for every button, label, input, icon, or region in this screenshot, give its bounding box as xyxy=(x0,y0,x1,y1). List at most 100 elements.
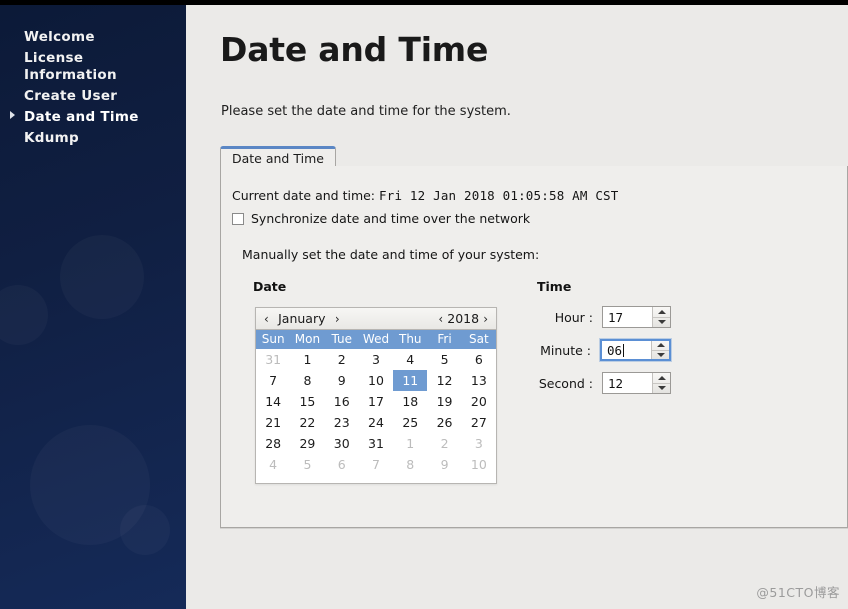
calendar-week-row: 21 22 23 24 25 26 27 xyxy=(256,412,496,433)
calendar-day[interactable]: 2 xyxy=(325,349,359,370)
calendar-day[interactable]: 28 xyxy=(256,433,290,454)
calendar-widget[interactable]: ‹ January › ‹ 2018 › Sun Mon Tue Wed Thu xyxy=(255,307,497,484)
calendar-day[interactable]: 22 xyxy=(290,412,324,433)
calendar-day[interactable]: 30 xyxy=(325,433,359,454)
calendar-day[interactable]: 5 xyxy=(427,349,461,370)
caret-up-icon xyxy=(657,309,666,314)
tab-date-and-time[interactable]: Date and Time xyxy=(220,146,336,166)
hour-value[interactable]: 17 xyxy=(603,307,652,327)
sync-network-label: Synchronize date and time over the netwo… xyxy=(251,211,531,226)
chevron-right-icon[interactable]: › xyxy=(331,309,344,329)
day-header: Thu xyxy=(399,332,422,346)
calendar-day[interactable]: 20 xyxy=(462,391,496,412)
page-title: Date and Time xyxy=(220,30,489,69)
chevron-left-icon[interactable]: ‹ xyxy=(260,309,273,329)
sidebar-item-label: Kdump xyxy=(24,130,79,146)
calendar-day[interactable]: 1 xyxy=(290,349,324,370)
calendar-day[interactable]: 13 xyxy=(462,370,496,391)
calendar-day[interactable]: 5 xyxy=(290,454,324,475)
selected-arrow-icon xyxy=(10,111,15,119)
calendar-day[interactable]: 7 xyxy=(359,454,393,475)
sidebar-nav: Welcome License Information Create User … xyxy=(0,27,186,149)
installer-window: Welcome License Information Create User … xyxy=(0,0,848,609)
hour-label: Hour : xyxy=(554,309,593,325)
text-caret xyxy=(623,343,625,357)
second-value[interactable]: 12 xyxy=(603,373,652,393)
hour-stepper[interactable]: 17 xyxy=(602,306,671,328)
second-stepper[interactable]: 12 xyxy=(602,372,671,394)
tab-strip: Date and Time xyxy=(220,146,848,167)
sidebar-item-kdump[interactable]: Kdump xyxy=(0,128,186,149)
calendar-day[interactable]: 4 xyxy=(256,454,290,475)
minute-value-wrapper[interactable]: 06 xyxy=(602,341,651,359)
minute-label: Minute : xyxy=(540,342,591,358)
calendar-day[interactable]: 21 xyxy=(256,412,290,433)
calendar-day[interactable]: 25 xyxy=(393,412,427,433)
calendar-day[interactable]: 9 xyxy=(427,454,461,475)
calendar-week-row: 28 29 30 31 1 2 3 xyxy=(256,433,496,454)
calendar-day[interactable]: 16 xyxy=(325,391,359,412)
sync-network-checkbox[interactable] xyxy=(232,212,244,225)
calendar-day-selected[interactable]: 11 xyxy=(393,370,428,391)
hour-increment-button[interactable] xyxy=(653,307,670,318)
calendar-day[interactable]: 19 xyxy=(427,391,461,412)
minute-decrement-button[interactable] xyxy=(652,351,669,360)
current-date-time-label: Current date and time: xyxy=(232,188,376,203)
calendar-day[interactable]: 10 xyxy=(462,454,496,475)
calendar-day[interactable]: 1 xyxy=(393,433,427,454)
calendar-day[interactable]: 6 xyxy=(325,454,359,475)
sidebar-item-create-user[interactable]: Create User xyxy=(0,86,186,107)
sidebar-item-welcome[interactable]: Welcome xyxy=(0,27,186,48)
calendar-day-header-row: Sun Mon Tue Wed Thu Fri Sat xyxy=(256,330,496,349)
sidebar: Welcome License Information Create User … xyxy=(0,5,186,609)
day-header: Fri xyxy=(437,332,452,346)
current-date-time-value: Fri 12 Jan 2018 01:05:58 AM CST xyxy=(379,188,619,203)
calendar-day[interactable]: 7 xyxy=(256,370,290,391)
calendar-day[interactable]: 29 xyxy=(290,433,324,454)
minute-stepper[interactable]: 06 xyxy=(600,339,671,361)
calendar-day[interactable]: 14 xyxy=(256,391,290,412)
time-fields: Hour : 17 Minute : 06 Second: 12 xyxy=(511,304,671,403)
calendar-week-row: 31 1 2 3 4 5 6 xyxy=(256,349,496,370)
calendar-day[interactable]: 6 xyxy=(462,349,496,370)
calendar-day[interactable]: 18 xyxy=(393,391,427,412)
calendar-day[interactable]: 31 xyxy=(359,433,393,454)
tab-label: Date and Time xyxy=(232,151,324,166)
current-date-time-row: Current date and time: Fri 12 Jan 2018 0… xyxy=(232,188,619,203)
minute-increment-button[interactable] xyxy=(652,341,669,351)
calendar-day[interactable]: 4 xyxy=(393,349,427,370)
calendar-day[interactable]: 27 xyxy=(462,412,496,433)
sidebar-item-license-information[interactable]: License Information xyxy=(0,48,186,86)
calendar-day[interactable]: 10 xyxy=(359,370,393,391)
sync-network-row[interactable]: Synchronize date and time over the netwo… xyxy=(232,211,530,226)
calendar-day[interactable]: 3 xyxy=(462,433,496,454)
second-label: Second : xyxy=(538,375,593,391)
sidebar-item-label: Date and Time xyxy=(24,109,139,125)
hour-decrement-button[interactable] xyxy=(653,318,670,328)
calendar-header: ‹ January › ‹ 2018 › xyxy=(256,308,496,330)
calendar-month-label: January xyxy=(278,311,326,326)
caret-down-icon xyxy=(657,320,666,325)
day-header: Mon xyxy=(294,332,321,346)
calendar-day[interactable]: 3 xyxy=(359,349,393,370)
calendar-day[interactable]: 31 xyxy=(256,349,290,370)
calendar-day[interactable]: 2 xyxy=(427,433,461,454)
calendar-day[interactable]: 8 xyxy=(290,370,324,391)
second-increment-button[interactable] xyxy=(653,373,670,384)
caret-up-icon xyxy=(657,375,666,380)
sidebar-item-label: License Information xyxy=(24,50,117,83)
calendar-day[interactable]: 23 xyxy=(325,412,359,433)
sidebar-item-date-and-time[interactable]: Date and Time xyxy=(0,107,186,128)
main-content: Date and Time Please set the date and ti… xyxy=(186,5,848,609)
calendar-day[interactable]: 15 xyxy=(290,391,324,412)
chevron-right-icon[interactable]: › xyxy=(479,309,492,329)
calendar-day[interactable]: 24 xyxy=(359,412,393,433)
second-decrement-button[interactable] xyxy=(653,384,670,394)
calendar-day[interactable]: 12 xyxy=(427,370,461,391)
chevron-left-icon[interactable]: ‹ xyxy=(434,309,447,329)
calendar-day[interactable]: 9 xyxy=(325,370,359,391)
sidebar-item-label: Welcome xyxy=(24,29,95,45)
calendar-day[interactable]: 8 xyxy=(393,454,427,475)
calendar-day[interactable]: 17 xyxy=(359,391,393,412)
calendar-day[interactable]: 26 xyxy=(427,412,461,433)
